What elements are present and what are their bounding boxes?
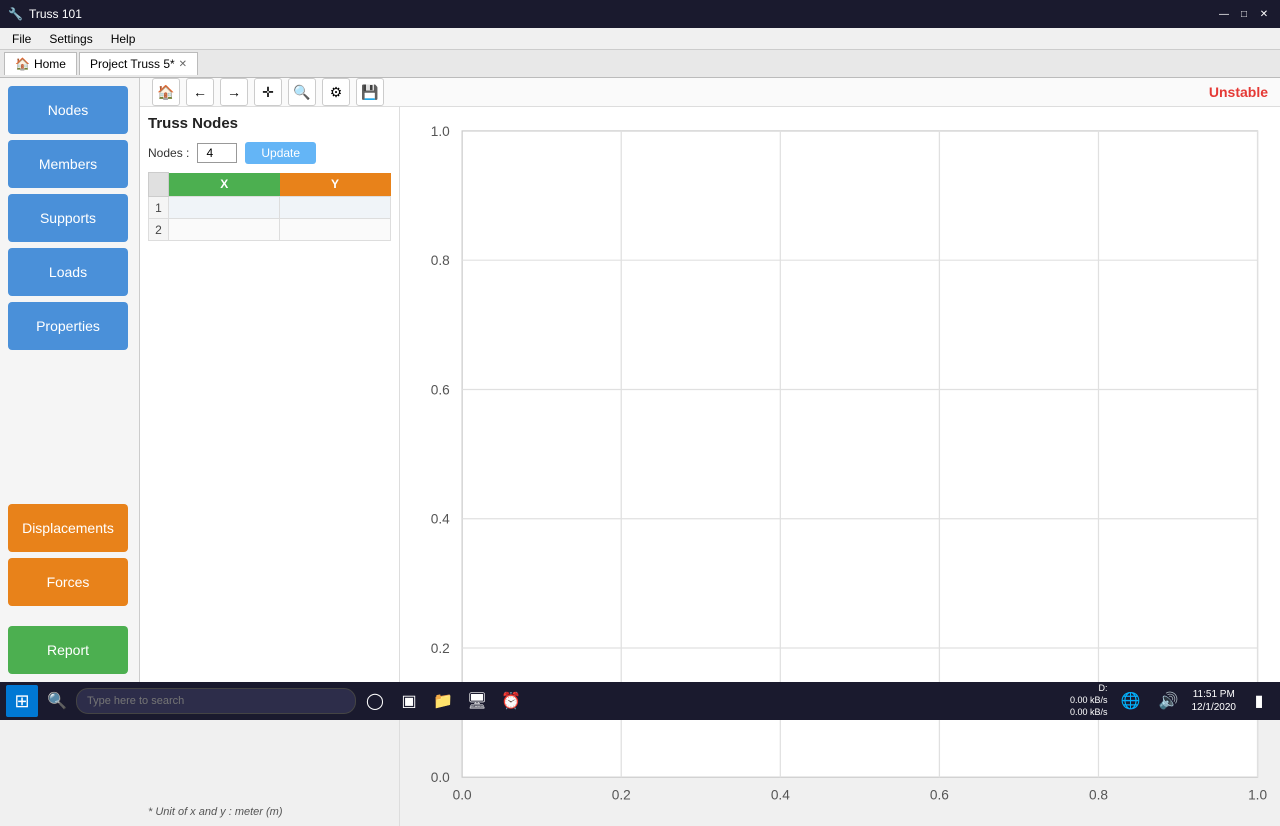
toolbar-save-button[interactable]: 💾 [356,78,384,106]
close-button[interactable]: ✕ [1256,6,1272,22]
cell-1-y[interactable] [284,201,386,215]
toolbar-forward-button[interactable]: → [220,78,248,106]
home-tab-icon: 🏠 [15,57,30,71]
home-tab-label: Home [34,57,66,71]
title-bar-controls: — □ ✕ [1216,6,1272,22]
sidebar-btn-displacements[interactable]: Displacements [8,504,128,552]
sidebar-btn-nodes[interactable]: Nodes [8,86,128,134]
toolbar-zoom-button[interactable]: 🔍 [288,78,316,106]
nodes-table: X Y 1 2 [148,172,391,241]
toolbar-adjust-button[interactable]: ⚙ [322,78,350,106]
taskbar-app1-icon[interactable]: 🖥 [462,686,492,716]
app-title: Truss 101 [29,7,82,21]
project-tab-label: Project Truss 5* [90,57,175,71]
minimize-button[interactable]: — [1216,6,1232,22]
sidebar-btn-properties[interactable]: Properties [8,302,128,350]
col-header-y: Y [280,173,391,197]
svg-text:0.2: 0.2 [612,788,631,803]
sidebar: Nodes Members Supports Loads Properties … [0,78,140,682]
taskbar-taskview-icon[interactable]: ▣ [394,686,424,716]
nodes-label: Nodes : [148,146,189,160]
show-desktop-icon[interactable]: ▮ [1244,686,1274,716]
toolbar-home-button[interactable]: 🏠 [152,78,180,106]
tab-bar: 🏠 Home Project Truss 5* ✕ [0,50,1280,78]
taskbar: ⊞ 🔍 ◯ ▣ 📁 🖥 ⏰ D: 0.00 kB/s 0.00 kB/s 🌐 🔊… [0,682,1280,720]
svg-text:0.6: 0.6 [431,382,450,397]
svg-text:0.8: 0.8 [431,253,450,268]
app-icon: 🔧 [8,7,23,21]
svg-text:0.8: 0.8 [1089,788,1108,803]
taskbar-explorer-icon[interactable]: 📁 [428,686,458,716]
clock[interactable]: 11:51 PM 12/1/2020 [1192,688,1237,714]
sidebar-btn-loads[interactable]: Loads [8,248,128,296]
nodes-input[interactable] [197,143,237,163]
time-display: 11:51 PM [1193,688,1235,701]
svg-text:0.2: 0.2 [431,641,450,656]
menu-bar: File Settings Help [0,28,1280,50]
start-button[interactable]: ⊞ [6,685,38,717]
svg-text:0.0: 0.0 [431,770,450,785]
network-status: D: 0.00 kB/s 0.00 kB/s [1070,683,1108,718]
taskbar-app2-icon[interactable]: ⏰ [496,686,526,716]
content-area: 🏠 ← → ✛ 🔍 ⚙ 💾 Unstable Truss Nodes Nodes… [140,78,1280,682]
tab-close-icon[interactable]: ✕ [179,59,187,70]
menu-help[interactable]: Help [103,30,144,48]
svg-text:0.4: 0.4 [431,512,450,527]
sidebar-btn-report[interactable]: Report [8,626,128,674]
col-header-x: X [169,173,280,197]
table-row: 1 [149,197,391,219]
speaker-icon[interactable]: 🔊 [1154,686,1184,716]
cell-2-y[interactable] [284,223,386,237]
maximize-button[interactable]: □ [1236,6,1252,22]
table-row: 2 [149,219,391,241]
taskbar-search-icon: 🔍 [42,686,72,716]
svg-text:0.0: 0.0 [453,788,472,803]
unit-note: * Unit of x and y : meter (m) [148,806,391,818]
toolbar: 🏠 ← → ✛ 🔍 ⚙ 💾 Unstable [140,78,1280,107]
taskbar-search-input[interactable] [76,688,356,714]
cell-2-x[interactable] [173,223,275,237]
network-icon[interactable]: 🌐 [1116,686,1146,716]
update-button[interactable]: Update [245,142,316,164]
svg-text:1.0: 1.0 [431,124,450,139]
title-bar: 🔧 Truss 101 — □ ✕ [0,0,1280,28]
cell-1-x[interactable] [173,201,275,215]
menu-file[interactable]: File [4,30,39,48]
title-bar-left: 🔧 Truss 101 [8,7,82,21]
taskbar-right: D: 0.00 kB/s 0.00 kB/s 🌐 🔊 11:51 PM 12/1… [1070,683,1274,718]
sidebar-btn-forces[interactable]: Forces [8,558,128,606]
unstable-label: Unstable [1209,84,1268,100]
svg-text:0.4: 0.4 [771,788,790,803]
tab-project[interactable]: Project Truss 5* ✕ [79,52,198,75]
toolbar-back-button[interactable]: ← [186,78,214,106]
tab-home[interactable]: 🏠 Home [4,52,77,75]
sidebar-btn-supports[interactable]: Supports [8,194,128,242]
panel-title: Truss Nodes [148,115,391,132]
main-layout: Nodes Members Supports Loads Properties … [0,78,1280,682]
taskbar-cortana-icon[interactable]: ◯ [360,686,390,716]
sidebar-btn-members[interactable]: Members [8,140,128,188]
svg-text:1.0: 1.0 [1248,788,1267,803]
svg-text:0.6: 0.6 [930,788,949,803]
toolbar-move-button[interactable]: ✛ [254,78,282,106]
nodes-control: Nodes : Update [148,142,391,164]
menu-settings[interactable]: Settings [41,30,100,48]
date-display: 12/1/2020 [1192,701,1237,714]
